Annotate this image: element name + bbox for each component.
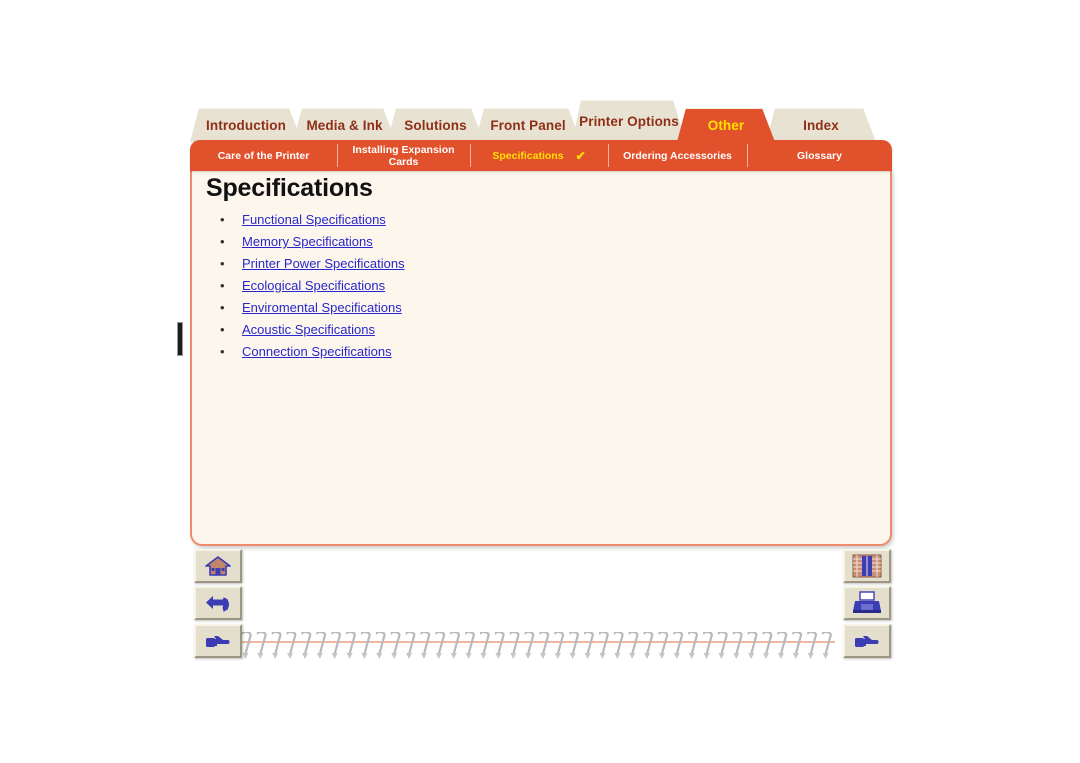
home-icon	[205, 556, 231, 576]
list-item: Enviromental Specifications	[214, 297, 405, 319]
list-item: Ecological Specifications	[214, 275, 405, 297]
subnav-item-label: Care of the Printer	[217, 149, 310, 162]
subnav-item-ordering-accessories[interactable]: Ordering Accessories	[608, 140, 747, 171]
spec-link-acoustic-specifications[interactable]: Acoustic Specifications	[242, 322, 375, 337]
main-tab-bar: Introduction Media & Ink Solutions Front Pa…	[190, 100, 890, 142]
list-item: Functional Specifications	[214, 209, 405, 231]
checkmark-icon: ✔	[575, 148, 586, 163]
main-tab-other[interactable]: Other	[677, 108, 775, 142]
subnav-item-label: Specifications	[492, 149, 564, 162]
next-button[interactable]	[843, 624, 891, 658]
main-tab-printer-options[interactable]: Printer Options	[572, 100, 686, 142]
main-tab-introduction[interactable]: Introduction	[190, 108, 302, 142]
main-tab-solutions[interactable]: Solutions	[387, 108, 484, 142]
home-button[interactable]	[194, 549, 242, 583]
main-tab-label: Printer Options	[579, 113, 679, 129]
index-button[interactable]	[843, 549, 891, 583]
main-tab-label: Front Panel	[490, 117, 566, 133]
bookmark-indicator[interactable]	[177, 322, 183, 356]
list-item: Connection Specifications	[214, 341, 405, 363]
spec-link-functional-specifications[interactable]: Functional Specifications	[242, 212, 386, 227]
pointing-hand-right-icon	[855, 636, 879, 647]
subnav-item-care-of-the-printer[interactable]: Care of the Printer	[190, 140, 337, 171]
main-tab-media-ink[interactable]: Media & Ink	[293, 108, 396, 142]
subnav-item-installing-expansion-cards[interactable]: Installing Expansion Cards	[337, 140, 470, 171]
list-item: Printer Power Specifications	[214, 253, 405, 275]
page-title: Specifications	[206, 174, 373, 202]
spec-link-printer-power-specifications[interactable]: Printer Power Specifications	[242, 256, 405, 271]
subnav-item-label: Installing Expansion Cards	[352, 143, 455, 168]
spec-link-enviromental-specifications[interactable]: Enviromental Specifications	[242, 300, 402, 315]
spec-link-connection-specifications[interactable]: Connection Specifications	[242, 344, 392, 359]
application-window: Introduction Media & Ink Solutions Front Pa…	[0, 0, 1080, 763]
book-index-icon	[852, 554, 882, 578]
subnav-item-specifications[interactable]: Specifications ✔	[470, 140, 608, 171]
spec-link-ecological-specifications[interactable]: Ecological Specifications	[242, 278, 385, 293]
forward-button[interactable]	[194, 624, 242, 658]
spiral-binding-decoration	[240, 632, 835, 659]
print-button[interactable]	[843, 586, 891, 620]
main-tab-label: Introduction	[206, 117, 286, 133]
pointing-hand-right-icon	[206, 636, 230, 647]
main-tab-front-panel[interactable]: Front Panel	[475, 108, 581, 142]
subnav-item-glossary[interactable]: Glossary	[747, 140, 892, 171]
back-button[interactable]	[194, 586, 242, 620]
main-tab-label: Index	[803, 117, 839, 133]
content-panel: Specifications Functional Specifications…	[190, 168, 892, 546]
main-tab-label: Solutions	[404, 117, 467, 133]
back-arrow-icon	[206, 596, 230, 612]
printer-icon	[853, 591, 881, 613]
main-tab-label: Media & Ink	[306, 117, 383, 133]
main-tab-label: Other	[707, 117, 745, 133]
sub-navigation-bar: Care of the Printer Installing Expansion …	[190, 140, 892, 171]
main-tab-index[interactable]: Index	[766, 108, 876, 142]
subnav-item-label: Glossary	[797, 149, 842, 162]
specification-links-list: Functional Specifications Memory Specific…	[214, 209, 405, 363]
list-item: Memory Specifications	[214, 231, 405, 253]
subnav-item-label: Ordering Accessories	[623, 149, 732, 162]
list-item: Acoustic Specifications	[214, 319, 405, 341]
spec-link-memory-specifications[interactable]: Memory Specifications	[242, 234, 373, 249]
